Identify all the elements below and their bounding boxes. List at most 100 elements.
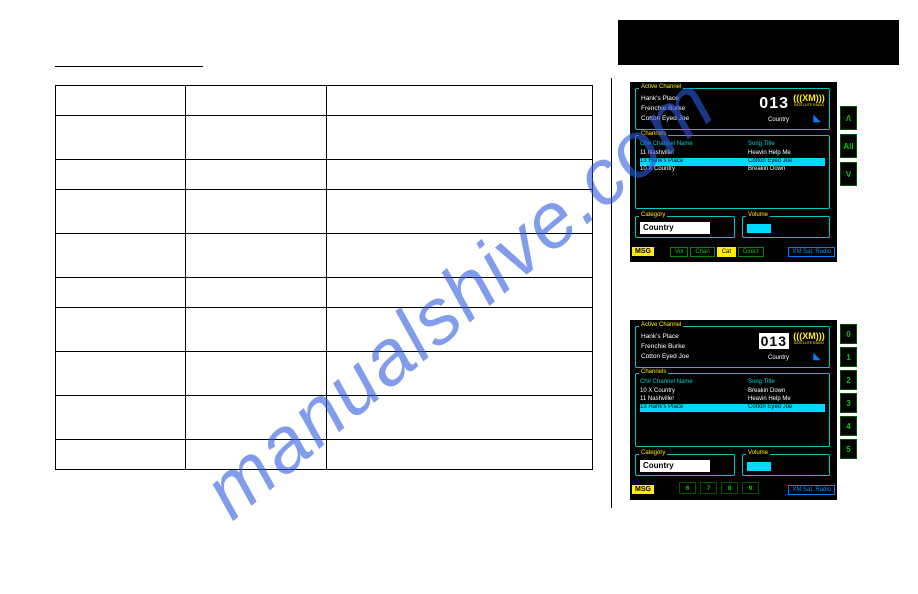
digit-button-1[interactable]: 1 [840, 347, 857, 367]
panel-label: Active Channel [639, 322, 683, 328]
mode-button-chan[interactable]: Chan [690, 247, 714, 257]
table-row [56, 352, 593, 396]
header-left: Ch# Channel Name [640, 379, 693, 385]
mode-button-cat[interactable]: Cat [717, 247, 736, 257]
channel-row[interactable]: 11 Nashville! Heavin Help Me [640, 150, 825, 158]
channel-genre: Country [768, 117, 789, 123]
side-buttons: Ʌ All V [840, 106, 857, 186]
digit-button-4[interactable]: 4 [840, 416, 857, 436]
table-row [56, 278, 593, 308]
channel-row[interactable]: 13 Hank's Place Cotton Eyed Joe [640, 158, 825, 166]
xm-logo-sub: SATELLITE RADIO [793, 103, 825, 107]
channels-panel: Channels Ch# Channel Name Song Title 10 … [635, 373, 830, 447]
channel-rows: 10 X Country Breakin Down 11 Nashville! Hea… [640, 388, 825, 412]
xm-screen: Active Channel Hank's Place Frenchie Bur… [630, 320, 837, 500]
channels-header: Ch# Channel Name Song Title [640, 379, 825, 385]
figure-xm-direct: Active Channel Hank's Place Frenchie Bur… [630, 320, 857, 500]
active-channel-panel: Active Channel Hank's Place Frenchie Bur… [635, 326, 830, 368]
channel-row-name: 10 X Country [640, 388, 675, 394]
channel-genre: Country [768, 355, 789, 361]
figure-xm-category: Active Channel Hank's Place Frenchie Bur… [630, 82, 857, 262]
panel-label: Active Channel [639, 84, 683, 90]
bottom-bar: MSG 6789 XM Sat. Radio [632, 485, 835, 497]
channel-row-title: Heavin Help Me [748, 150, 791, 156]
category-value: Country [640, 222, 710, 234]
channel-row-title: Heavin Help Me [748, 396, 791, 402]
table-row [56, 396, 593, 440]
mode-buttons: VolChanCatDirect [670, 247, 764, 257]
channel-row[interactable]: 10 X Country Breakin Down [640, 388, 825, 396]
channel-number-input[interactable]: 013 [759, 333, 789, 349]
header-black-strip [618, 20, 899, 65]
channel-row-name: 11 Nashville! [640, 150, 674, 156]
header-right: Song Title [748, 379, 775, 385]
digit-button-7[interactable]: 7 [700, 482, 717, 494]
satellite-icon: ◣ [813, 351, 821, 362]
category-value: Country [640, 460, 710, 472]
column-divider [611, 78, 612, 508]
mode-button-vol[interactable]: Vol [670, 247, 688, 257]
channel-row-name: 11 Nashville! [640, 396, 674, 402]
nav-button-ʌ[interactable]: Ʌ [840, 106, 857, 130]
digit-button-8[interactable]: 8 [721, 482, 738, 494]
xm-logo-mark: (((XM))) [793, 93, 824, 103]
channel-row[interactable]: 11 Nashville! Heavin Help Me [640, 396, 825, 404]
channel-row-title: Cotton Eyed Joe [748, 404, 792, 410]
manual-page: manualshive.com Active Channel Hank's Pl… [0, 0, 918, 594]
artist-name: Frenchie Burke [641, 342, 689, 352]
category-panel: Category Country [635, 454, 735, 476]
digit-button-9[interactable]: 9 [742, 482, 759, 494]
channels-panel: Channels Ch# Channel Name Song Title 11 … [635, 135, 830, 209]
xm-logo: (((XM))) SATELLITE RADIO [793, 331, 825, 345]
channel-row[interactable]: 10 X Country Breakin Down [640, 166, 825, 174]
mode-button-direct[interactable]: Direct [738, 247, 764, 257]
left-column [55, 55, 593, 470]
xm-logo-sub: SATELLITE RADIO [793, 341, 825, 345]
channel-row[interactable]: 13 Hank's PlaceCotton Eyed Joe [640, 404, 825, 412]
digit-button-3[interactable]: 3 [840, 393, 857, 413]
table-row [56, 234, 593, 278]
panel-label: Volume [746, 212, 770, 218]
digit-button-5[interactable]: 5 [840, 439, 857, 459]
volume-bar [747, 462, 771, 471]
table-row [56, 190, 593, 234]
section-heading-underline [55, 55, 203, 67]
digit-buttons-side: 0 1 2 3 4 5 [840, 324, 857, 459]
category-panel: Category Country [635, 216, 735, 238]
volume-bar [747, 224, 771, 233]
nav-button-v[interactable]: V [840, 162, 857, 186]
channel-row-name: 10 X Country [640, 166, 675, 172]
header-right: Song Title [748, 141, 775, 147]
channels-header: Ch# Channel Name Song Title [640, 141, 825, 147]
digit-buttons-bottom: 6789 [679, 482, 759, 494]
panel-label: Volume [746, 450, 770, 456]
channel-row-title: Cotton Eyed Joe [748, 158, 792, 164]
channel-name: Hank's Place [641, 332, 689, 342]
channel-row-title: Breakin Down [748, 166, 785, 172]
msg-button[interactable]: MSG [632, 247, 654, 256]
digit-button-0[interactable]: 0 [840, 324, 857, 344]
msg-button[interactable]: MSG [632, 485, 654, 494]
bottom-bar: MSG VolChanCatDirect XM Sat. Radio [632, 247, 835, 259]
sat-radio-button[interactable]: XM Sat. Radio [788, 485, 835, 495]
table-row [56, 116, 593, 160]
artist-name: Frenchie Burke [641, 104, 689, 114]
channel-row-name: 13 Hank's Place [640, 158, 683, 164]
table-row [56, 308, 593, 352]
panel-label: Channels [639, 131, 668, 137]
volume-panel: Volume [742, 454, 830, 476]
channel-row-title: Breakin Down [748, 388, 785, 394]
active-channel-info: Hank's Place Frenchie Burke Cotton Eyed … [641, 94, 689, 124]
satellite-icon: ◣ [813, 113, 821, 124]
sat-radio-button[interactable]: XM Sat. Radio [788, 247, 835, 257]
digit-button-6[interactable]: 6 [679, 482, 696, 494]
channel-name: Hank's Place [641, 94, 689, 104]
nav-button-all[interactable]: All [840, 134, 857, 158]
active-channel-panel: Active Channel Hank's Place Frenchie Bur… [635, 88, 830, 130]
xm-screen: Active Channel Hank's Place Frenchie Bur… [630, 82, 837, 262]
volume-panel: Volume [742, 216, 830, 238]
song-name: Cotton Eyed Joe [641, 114, 689, 124]
xm-logo: (((XM))) SATELLITE RADIO [793, 93, 825, 107]
digit-button-2[interactable]: 2 [840, 370, 857, 390]
table-row [56, 86, 593, 116]
